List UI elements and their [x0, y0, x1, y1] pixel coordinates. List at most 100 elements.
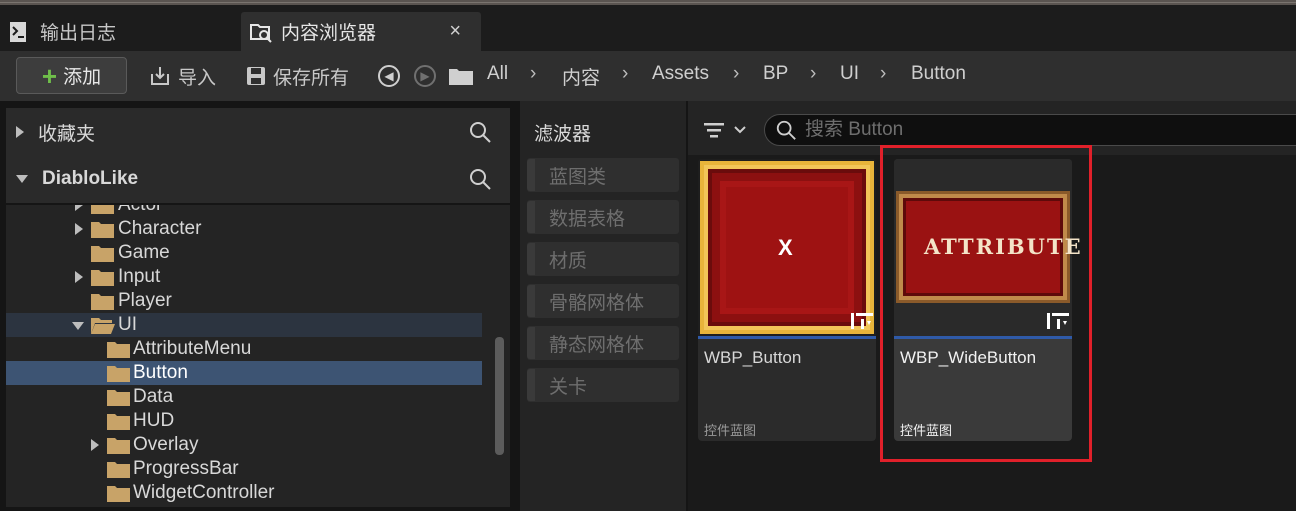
- sources-panel: 收藏夹 DiabloLike Actor Character Game Inpu…: [0, 101, 516, 511]
- breadcrumb-item[interactable]: 内容: [562, 63, 600, 90]
- asset-name: WBP_Button: [704, 348, 802, 367]
- add-button[interactable]: + 添加: [16, 57, 127, 94]
- filter-label: 数据表格: [549, 208, 626, 230]
- folder-icon: [107, 342, 130, 358]
- expand-arrow-icon[interactable]: [75, 223, 83, 235]
- expand-arrow-icon[interactable]: [75, 271, 83, 283]
- folder-icon: [91, 246, 114, 262]
- asset-tile-wbp-button[interactable]: X WBP_Button 控件蓝图: [698, 159, 876, 441]
- tree-item-label: AttributeMenu: [133, 338, 252, 359]
- tree-item-actor[interactable]: Actor: [6, 205, 482, 217]
- tree-item-character[interactable]: Character: [6, 217, 482, 241]
- breadcrumb-item[interactable]: All: [487, 63, 508, 85]
- tree-item-label: HUD: [133, 410, 175, 431]
- tree-item-label: ProgressBar: [133, 458, 239, 479]
- save-all-button[interactable]: 保存所有: [245, 60, 349, 92]
- tree-item-label: Game: [118, 242, 170, 263]
- filter-level[interactable]: 关卡: [527, 368, 679, 402]
- filter-data-table[interactable]: 数据表格: [527, 200, 679, 234]
- highlight-annotation: [880, 145, 1092, 462]
- tree-item-hud[interactable]: HUD: [6, 409, 482, 433]
- filter-static-mesh[interactable]: 静态网格体: [527, 326, 679, 360]
- filter-label: 蓝图类: [549, 166, 607, 188]
- folder-icon: [107, 390, 130, 406]
- breadcrumb-separator[interactable]: ›: [622, 63, 628, 85]
- expand-arrow-icon[interactable]: [75, 205, 83, 211]
- tab-bar: 输出日志 内容浏览器 ×: [0, 5, 1296, 51]
- breadcrumb-item[interactable]: BP: [763, 63, 788, 85]
- filter-panel: 滤波器 蓝图类 数据表格 材质 骨骼网格体 静态网格体 关卡: [520, 101, 686, 511]
- expand-arrow-icon[interactable]: [16, 126, 24, 138]
- tree-item-ui[interactable]: UI: [6, 313, 482, 337]
- tree-item-label: Overlay: [133, 434, 199, 455]
- thumbnail-text: X: [778, 235, 793, 260]
- add-label: 添加: [63, 67, 102, 88]
- open-folder-icon: [91, 318, 115, 334]
- filter-skeletal-mesh[interactable]: 骨骼网格体: [527, 284, 679, 318]
- breadcrumb-separator[interactable]: ›: [880, 63, 886, 85]
- tree-item-label: UI: [118, 314, 137, 335]
- filter-menu-icon[interactable]: [702, 120, 750, 140]
- folder-icon: [107, 486, 130, 502]
- breadcrumb-item[interactable]: UI: [840, 63, 859, 85]
- breadcrumb-separator[interactable]: ›: [733, 63, 739, 85]
- folder-icon: [91, 222, 114, 238]
- back-icon[interactable]: ◀: [378, 65, 400, 87]
- project-label: DiabloLike: [42, 168, 139, 189]
- tree-item-input[interactable]: Input: [6, 265, 482, 289]
- tree-scrollbar[interactable]: [495, 337, 504, 455]
- filter-label: 骨骼网格体: [549, 292, 645, 314]
- tree-item-progressbar[interactable]: ProgressBar: [6, 457, 482, 481]
- tree-item-label: WidgetController: [133, 482, 275, 503]
- tree-item-label: Input: [118, 266, 161, 287]
- tree-item-widgetcontroller[interactable]: WidgetController: [6, 481, 482, 505]
- search-field[interactable]: [764, 114, 1296, 146]
- tree-item-label: Data: [133, 386, 174, 407]
- folder-icon: [91, 270, 114, 286]
- breadcrumb-separator[interactable]: ›: [810, 63, 816, 85]
- collapse-arrow-icon[interactable]: [16, 175, 28, 183]
- filter-blueprint-class[interactable]: 蓝图类: [527, 158, 679, 192]
- import-button[interactable]: 导入: [148, 60, 216, 92]
- close-icon[interactable]: ×: [449, 20, 461, 43]
- folder-icon: [107, 462, 130, 478]
- expand-arrow-icon[interactable]: [91, 439, 99, 451]
- tree-item-attributemenu[interactable]: AttributeMenu: [6, 337, 482, 361]
- tree-item-button[interactable]: Button: [6, 361, 482, 385]
- tab-output-log[interactable]: 输出日志: [0, 12, 235, 51]
- tree-item-player[interactable]: Player: [6, 289, 482, 313]
- search-icon[interactable]: [468, 120, 492, 144]
- filter-material[interactable]: 材质: [527, 242, 679, 276]
- import-icon: [151, 67, 169, 85]
- folder-icon: [91, 205, 114, 214]
- search-icon: [776, 120, 796, 140]
- search-icon[interactable]: [468, 167, 492, 191]
- forward-icon[interactable]: ▶: [414, 65, 436, 87]
- breadcrumb-item[interactable]: Assets: [652, 63, 709, 85]
- tab-content-browser[interactable]: 内容浏览器 ×: [241, 12, 481, 51]
- folder-icon: [107, 438, 130, 454]
- save-all-label: 保存所有: [273, 67, 350, 89]
- tree-item-overlay[interactable]: Overlay: [6, 433, 482, 457]
- filter-label: 静态网格体: [549, 334, 645, 356]
- filter-label: 关卡: [549, 376, 588, 398]
- favorites-header[interactable]: 收藏夹: [6, 108, 510, 156]
- widget-blueprint-icon: [851, 313, 873, 329]
- tree-item-data[interactable]: Data: [6, 385, 482, 409]
- breadcrumb-separator[interactable]: ›: [530, 63, 536, 85]
- import-label: 导入: [178, 67, 217, 89]
- folder-icon: [107, 366, 130, 382]
- project-header[interactable]: DiabloLike: [6, 155, 510, 203]
- asset-type-color-bar: [698, 336, 876, 339]
- tree-item-game[interactable]: Game: [6, 241, 482, 265]
- search-input[interactable]: [805, 119, 1205, 141]
- content-browser-icon: [249, 20, 272, 44]
- tab-label: 内容浏览器: [281, 23, 377, 44]
- toolbar: + 添加 导入 保存所有 ◀ ▶ All › 内容 › Assets › BP …: [0, 51, 1296, 101]
- folder-icon: [107, 414, 130, 430]
- tree-item-label: Character: [118, 218, 202, 239]
- breadcrumb-item[interactable]: Button: [911, 63, 966, 85]
- tree-item-label: Actor: [118, 205, 162, 216]
- collapse-arrow-icon[interactable]: [72, 322, 84, 330]
- plus-icon: +: [41, 60, 58, 91]
